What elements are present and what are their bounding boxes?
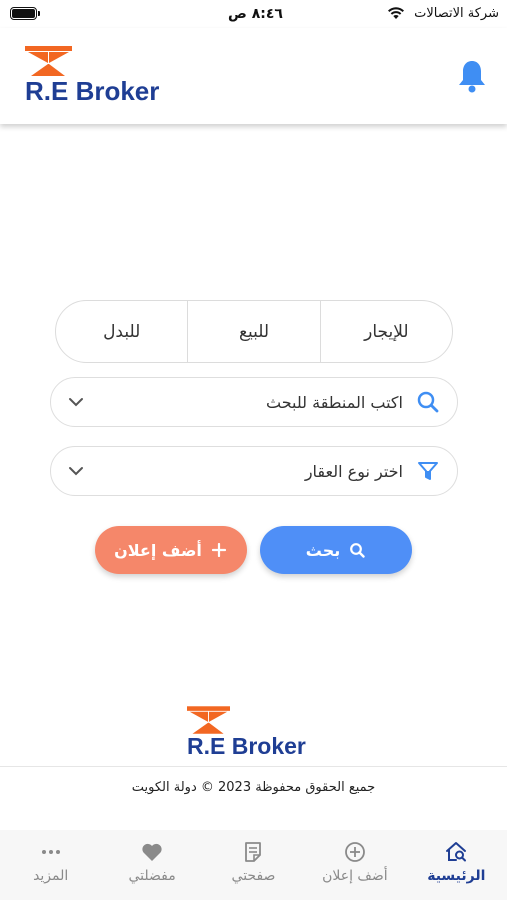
nav-label-my-page: صفحتي	[231, 868, 276, 884]
area-search-placeholder: اكتب المنطقة للبحث	[265, 392, 403, 412]
add-listing-button[interactable]: أضف إعلان	[95, 526, 247, 574]
nav-item-home[interactable]: الرئيسية	[406, 830, 507, 900]
logo-mark-icon	[187, 706, 230, 734]
status-time: ٨:٤٦ ص	[228, 6, 283, 22]
nav-item-favorites[interactable]: مفضلتي	[101, 830, 202, 900]
battery-icon	[10, 7, 40, 20]
bell-icon[interactable]	[457, 58, 487, 94]
tab-rent[interactable]: للإيجار	[319, 301, 452, 362]
tab-sale[interactable]: للبيع	[187, 301, 319, 362]
home-screen: ٨:٤٦ ص شركة الاتصالات R.E Broker للإيجار…	[0, 0, 507, 900]
footer-brand-name: R.E Broker	[187, 733, 306, 759]
area-search-field[interactable]: اكتب المنطقة للبحث	[50, 377, 458, 427]
nav-label-more: المزيد	[33, 868, 69, 884]
nav-label-home: الرئيسية	[427, 868, 486, 884]
search-button[interactable]: بحث	[260, 526, 412, 574]
plus-circle-icon	[343, 840, 367, 864]
add-listing-button-label: أضف إعلان	[114, 540, 202, 560]
brand-name: R.E Broker	[25, 76, 160, 106]
nav-label-favorites: مفضلتي	[128, 868, 176, 884]
nav-item-more[interactable]: المزيد	[0, 830, 101, 900]
nav-label-add-listing: أضف إعلان	[322, 868, 388, 884]
nav-item-add-listing[interactable]: أضف إعلان	[304, 830, 405, 900]
filter-icon	[415, 458, 441, 484]
copyright-text: جميع الحقوق محفوظة 2023 © دولة الكويت	[131, 780, 376, 795]
document-icon	[241, 840, 265, 864]
chevron-down-icon[interactable]	[67, 462, 85, 480]
search-icon	[415, 389, 441, 415]
search-icon	[348, 541, 366, 559]
home-search-icon	[444, 840, 468, 864]
status-bar: ٨:٤٦ ص شركة الاتصالات	[0, 0, 507, 28]
footer-divider	[0, 766, 507, 767]
search-button-label: بحث	[305, 540, 341, 560]
carrier-name: شركة الاتصالات	[414, 6, 499, 21]
footer-logo: R.E Broker	[187, 706, 327, 760]
more-icon	[39, 840, 63, 864]
logo-mark-icon	[25, 46, 72, 76]
wifi-icon	[388, 7, 404, 19]
heart-icon	[140, 840, 164, 864]
tab-exchange[interactable]: للبدل	[56, 301, 187, 362]
bottom-nav: الرئيسية أضف إعلان صفحتي مفضلتي المزيد	[0, 830, 507, 900]
listing-type-tabs: للإيجار للبيع للبدل	[55, 300, 453, 363]
chevron-down-icon[interactable]	[67, 393, 85, 411]
property-type-placeholder: اختر نوع العقار	[304, 461, 403, 481]
nav-item-my-page[interactable]: صفحتي	[203, 830, 304, 900]
app-header: R.E Broker	[0, 28, 507, 124]
app-logo[interactable]: R.E Broker	[25, 46, 175, 110]
property-type-select[interactable]: اختر نوع العقار	[50, 446, 458, 496]
plus-icon	[210, 541, 228, 559]
